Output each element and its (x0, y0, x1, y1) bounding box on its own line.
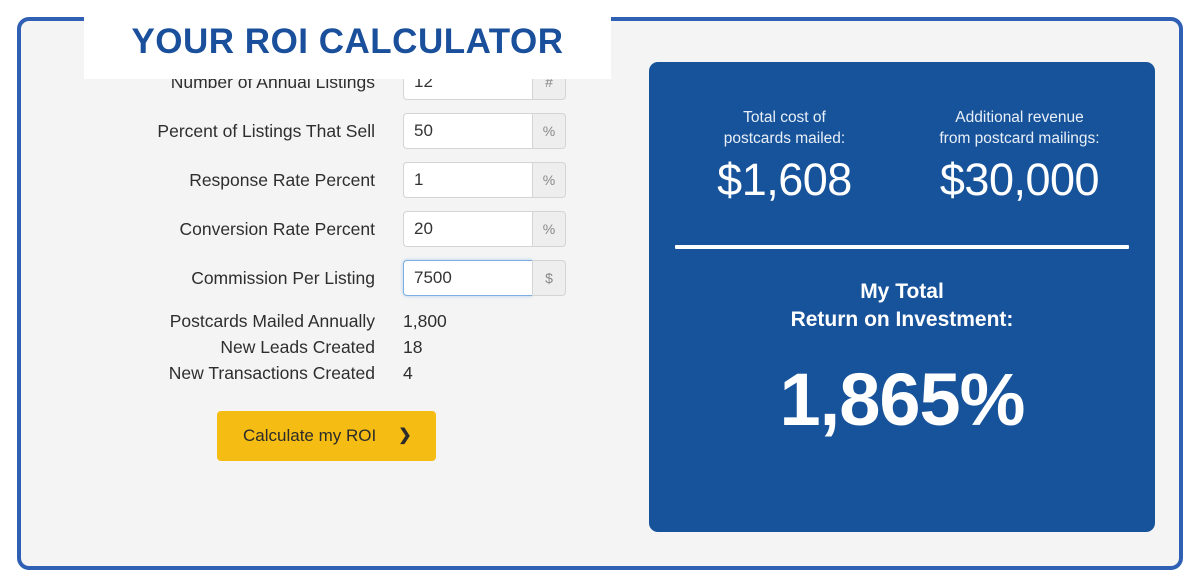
label-commission-per-listing: Commission Per Listing (191, 267, 375, 288)
addon-percent-listings-sell: % (532, 113, 566, 149)
computed-label-new-transactions: New Transactions Created (168, 363, 375, 383)
roi-value: 1,865% (779, 358, 1026, 442)
result-total-cost-amount: $1,608 (717, 153, 852, 205)
addon-conversion-rate: % (532, 211, 566, 247)
computed-results: Postcards Mailed Annually 1,800 New Lead… (21, 311, 631, 387)
label-response-rate: Response Rate Percent (189, 169, 375, 190)
input-group-percent-listings-sell: % (403, 113, 566, 149)
calculate-roi-button[interactable]: Calculate my ROI ❯ (217, 411, 436, 461)
computed-row-new-transactions: New Transactions Created 4 (21, 363, 631, 387)
computed-row-new-leads: New Leads Created 18 (21, 337, 631, 361)
cta-wrapper: Calculate my ROI ❯ (21, 411, 631, 461)
result-additional-revenue-amount: $30,000 (939, 153, 1100, 205)
calculator-card: YOUR ROI CALCULATOR Number of Annual Lis… (17, 3, 1183, 570)
result-additional-revenue-caption: Additional revenue from postcard mailing… (939, 109, 1100, 147)
input-group-commission-per-listing: $ (403, 260, 566, 296)
addon-commission-per-listing: $ (532, 260, 566, 296)
results-summary: Total cost of postcards mailed: $1,608 A… (649, 62, 1155, 204)
input-conversion-rate[interactable] (403, 211, 532, 247)
result-total-cost-caption: Total cost of postcards mailed: (723, 109, 846, 147)
computed-label-postcards-mailed: Postcards Mailed Annually (169, 311, 375, 331)
computed-value-new-transactions: 4 (403, 363, 413, 383)
result-additional-revenue: Additional revenue from postcard mailing… (902, 108, 1137, 204)
computed-label-new-leads: New Leads Created (220, 337, 375, 357)
result-total-cost: Total cost of postcards mailed: $1,608 (667, 108, 902, 204)
input-group-response-rate: % (403, 162, 566, 198)
input-form: Number of Annual Listings # Percent of L… (21, 64, 631, 461)
field-row-conversion-rate: Conversion Rate Percent % (21, 211, 631, 247)
computed-value-postcards-mailed: 1,800 (403, 311, 447, 331)
label-percent-listings-sell: Percent of Listings That Sell (157, 120, 375, 141)
title-banner: YOUR ROI CALCULATOR (84, 3, 611, 79)
input-response-rate[interactable] (403, 162, 532, 198)
computed-value-new-leads: 18 (403, 337, 423, 357)
input-group-conversion-rate: % (403, 211, 566, 247)
input-percent-listings-sell[interactable] (403, 113, 532, 149)
input-commission-per-listing[interactable] (403, 260, 532, 296)
chevron-right-icon: ❯ (398, 427, 412, 444)
roi-calculator-page: YOUR ROI CALCULATOR Number of Annual Lis… (0, 0, 1200, 584)
field-row-percent-listings-sell: Percent of Listings That Sell % (21, 113, 631, 149)
panel-divider (675, 245, 1129, 250)
label-conversion-rate: Conversion Rate Percent (179, 218, 375, 239)
field-row-response-rate: Response Rate Percent % (21, 162, 631, 198)
roi-heading: My Total Return on Investment: (790, 280, 1014, 331)
results-panel: Total cost of postcards mailed: $1,608 A… (649, 62, 1155, 532)
addon-response-rate: % (532, 162, 566, 198)
computed-row-postcards-mailed: Postcards Mailed Annually 1,800 (21, 311, 631, 335)
page-title: YOUR ROI CALCULATOR (131, 21, 564, 61)
field-row-commission-per-listing: Commission Per Listing $ (21, 260, 631, 296)
calculate-roi-button-label: Calculate my ROI (243, 426, 377, 445)
